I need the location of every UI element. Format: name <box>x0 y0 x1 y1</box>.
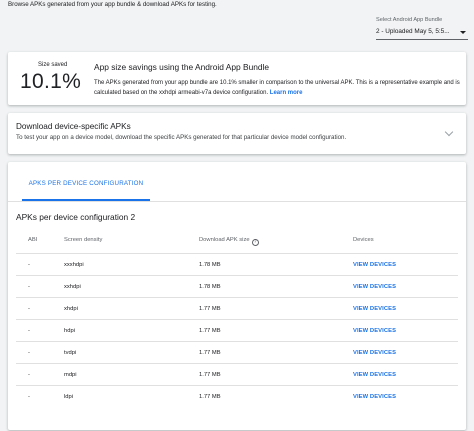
size-cell: 1.78 MB <box>199 284 221 290</box>
density-cell: ldpi <box>64 394 74 400</box>
app-bundle-select-label: Select Android App Bundle <box>376 17 443 23</box>
density-cell: xxhdpi <box>64 284 81 290</box>
size-cell: 1.77 MB <box>199 328 221 334</box>
size-saved-value: 10.1% <box>20 70 82 93</box>
table-row: - mdpi 1.77 MB VIEW DEVICES <box>16 363 458 385</box>
view-devices-button[interactable]: VIEW DEVICES <box>353 328 396 334</box>
download-panel-title: Download device-specific APKs <box>16 122 131 131</box>
view-devices-button[interactable]: VIEW DEVICES <box>353 306 396 312</box>
table-row: - xxhdpi 1.78 MB VIEW DEVICES <box>16 275 458 297</box>
view-devices-button[interactable]: VIEW DEVICES <box>353 284 396 290</box>
section-title: APKs per device configuration 2 <box>16 212 136 222</box>
size-cell: 1.77 MB <box>199 372 221 378</box>
abi-cell: - <box>28 306 30 312</box>
size-saved-label: Size saved <box>38 62 68 68</box>
abi-cell: - <box>28 328 30 334</box>
app-bundle-select[interactable]: Select Android App Bundle 2 - Uploaded M… <box>376 17 468 40</box>
table-row: - tvdpi 1.77 MB VIEW DEVICES <box>16 341 458 363</box>
view-devices-button[interactable]: VIEW DEVICES <box>353 394 396 400</box>
column-header-download-apk-size: Download APK size? <box>199 237 259 246</box>
view-devices-button[interactable]: VIEW DEVICES <box>353 372 396 378</box>
view-devices-button[interactable]: VIEW DEVICES <box>353 350 396 356</box>
download-apk-size-label: Download APK size <box>199 237 250 243</box>
savings-description: The APKs generated from your app bundle … <box>94 78 460 98</box>
table-row: - xxxhdpi 1.78 MB VIEW DEVICES <box>16 253 458 275</box>
chevron-down-icon[interactable] <box>444 127 454 137</box>
abi-cell: - <box>28 394 30 400</box>
learn-more-link[interactable]: Learn more <box>270 90 303 96</box>
density-cell: tvdpi <box>64 350 77 356</box>
density-cell: hdpi <box>64 328 75 334</box>
table-row: - ldpi 1.77 MB VIEW DEVICES <box>16 385 458 407</box>
download-panel-description: To test your app on a device model, down… <box>16 134 347 141</box>
tab-apks-per-device-configuration[interactable]: APKS PER DEVICE CONFIGURATION <box>22 178 150 201</box>
app-bundle-select-value: 2 - Uploaded May 5, 5:5... <box>376 28 450 35</box>
density-cell: xxxhdpi <box>64 262 84 268</box>
size-cell: 1.77 MB <box>199 394 221 400</box>
size-cell: 1.77 MB <box>199 350 221 356</box>
tab-divider <box>8 201 466 202</box>
help-circle-icon[interactable]: ? <box>251 238 259 246</box>
intro-text: Browse APKs generated from your app bund… <box>8 1 217 8</box>
abi-cell: - <box>28 284 30 290</box>
apks-table-card: APKS PER DEVICE CONFIGURATION APKs per d… <box>8 162 466 430</box>
size-cell: 1.77 MB <box>199 306 221 312</box>
app-size-savings-card: Size saved 10.1% App size savings using … <box>8 52 466 105</box>
abi-cell: - <box>28 350 30 356</box>
app-bundle-select-field[interactable]: 2 - Uploaded May 5, 5:5... <box>376 28 468 40</box>
table-row: - hdpi 1.77 MB VIEW DEVICES <box>16 319 458 341</box>
density-cell: mdpi <box>64 372 77 378</box>
density-cell: xhdpi <box>64 306 78 312</box>
savings-title: App size savings using the Android App B… <box>94 62 270 72</box>
abi-cell: - <box>28 372 30 378</box>
table-row: - xhdpi 1.77 MB VIEW DEVICES <box>16 297 458 319</box>
abi-cell: - <box>28 262 30 268</box>
column-header-screen-density: Screen density <box>64 237 103 243</box>
caret-down-icon[interactable] <box>460 31 466 34</box>
column-header-devices: Devices <box>353 237 374 243</box>
column-header-abi: ABI <box>28 237 38 243</box>
download-apks-panel[interactable]: Download device-specific APKs To test yo… <box>8 113 466 154</box>
size-cell: 1.78 MB <box>199 262 221 268</box>
view-devices-button[interactable]: VIEW DEVICES <box>353 262 396 268</box>
